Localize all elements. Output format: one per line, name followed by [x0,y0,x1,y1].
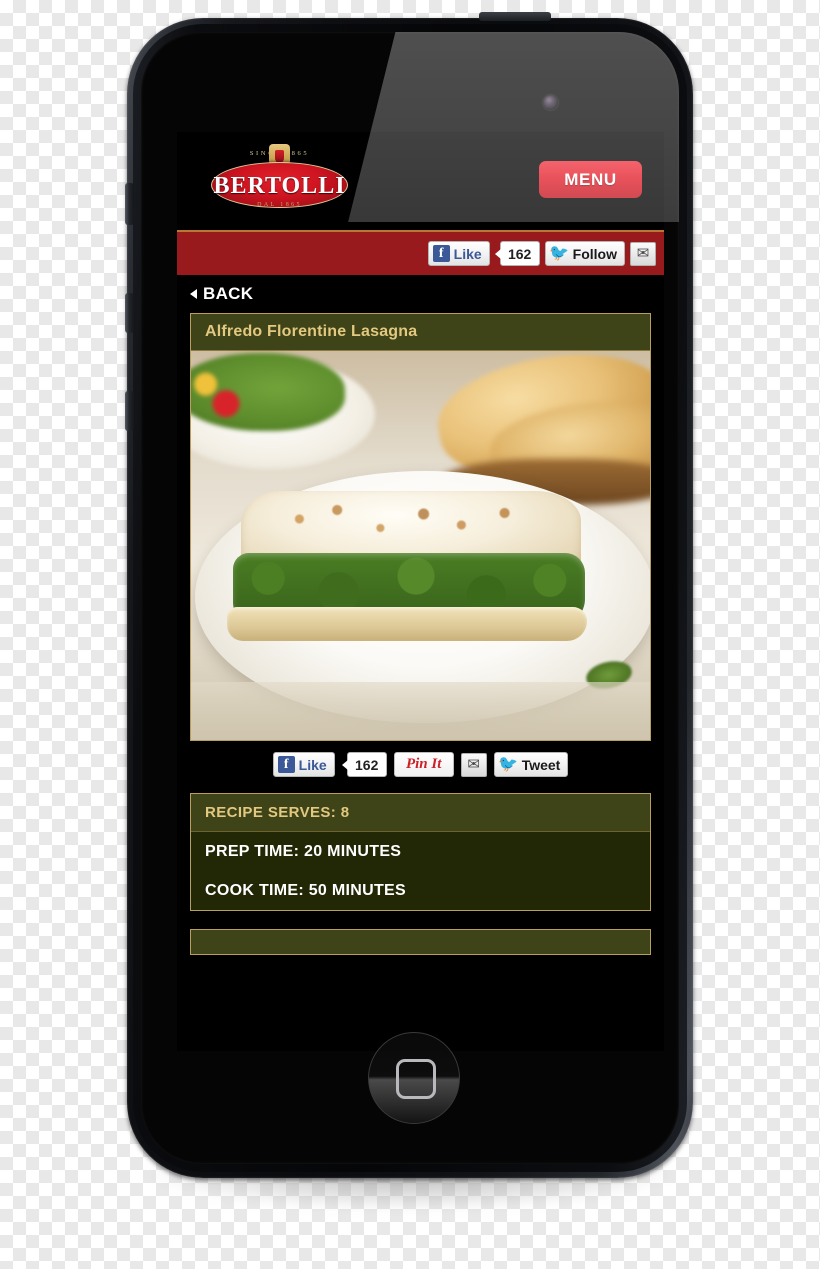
facebook-like-button-top[interactable]: f Like [427,241,490,266]
pasta-noodle-layer [227,607,587,641]
phone-screen: SINCE 1865 BERTOLLI DAL 1865 MENU f Like… [177,132,664,1051]
twitter-tweet-label: Tweet [521,756,561,773]
table-cloth [191,682,650,740]
salad-greens [191,353,345,431]
back-row: BACK [177,275,664,313]
twitter-icon: 🐦 [549,245,570,262]
facebook-like-button-bottom[interactable]: f Like [272,752,335,777]
social-strip-bottom: f Like 162 Pin It ✉ 🐦 Tweet [177,741,664,787]
volume-up-button[interactable] [125,293,134,333]
twitter-follow-button-top[interactable]: 🐦 Follow [544,241,625,266]
recipe-serves: RECIPE SERVES: 8 [191,794,650,832]
facebook-icon: f [277,756,295,773]
smartphone-device: SINCE 1865 BERTOLLI DAL 1865 MENU f Like… [125,12,693,1178]
next-section-card [190,929,651,955]
recipe-card: Alfredo Florentine Lasagna [190,313,651,741]
email-share-button-bottom[interactable]: ✉ [460,752,487,777]
twitter-tweet-button[interactable]: 🐦 Tweet [493,752,569,777]
menu-button[interactable]: MENU [539,161,642,198]
recipe-photo [191,351,650,740]
recipe-info-card: RECIPE SERVES: 8 PREP TIME: 20 MINUTES C… [190,793,651,911]
home-square-icon [396,1059,436,1099]
twitter-icon: 🐦 [498,756,519,773]
volume-down-button[interactable] [125,391,134,431]
back-button[interactable]: BACK [190,284,253,304]
site-header: SINCE 1865 BERTOLLI DAL 1865 MENU [177,132,664,230]
mute-switch[interactable] [125,183,134,225]
social-strip-top: f Like 162 🐦 Follow ✉ [177,230,664,275]
logo-dal-text: DAL 1865 [257,202,302,208]
back-label: BACK [203,284,254,303]
back-triangle-icon [190,289,197,299]
pinterest-pin-button[interactable]: Pin It [393,752,454,777]
power-button[interactable] [479,12,551,21]
twitter-follow-label: Follow [572,245,617,262]
recipe-title: Alfredo Florentine Lasagna [191,314,650,351]
lasagna-serving [227,491,597,646]
recipe-cook-time: COOK TIME: 50 MINUTES [205,882,406,899]
email-share-button-top[interactable]: ✉ [630,241,656,266]
browned-cheese-spots [267,499,537,549]
facebook-like-label: Like [453,245,482,262]
facebook-icon: f [432,245,450,262]
front-camera-icon [543,95,558,110]
logo-wordmark: BERTOLLI [213,173,346,199]
facebook-like-count-top: 162 [494,241,540,266]
facebook-like-count-bottom: 162 [341,752,387,777]
bertolli-logo[interactable]: SINCE 1865 BERTOLLI DAL 1865 [211,144,348,214]
home-button[interactable] [368,1032,460,1124]
facebook-like-label: Like [298,756,327,773]
device-bezel: SINCE 1865 BERTOLLI DAL 1865 MENU f Like… [141,32,679,1164]
recipe-prep-time: PREP TIME: 20 MINUTES [205,843,402,860]
